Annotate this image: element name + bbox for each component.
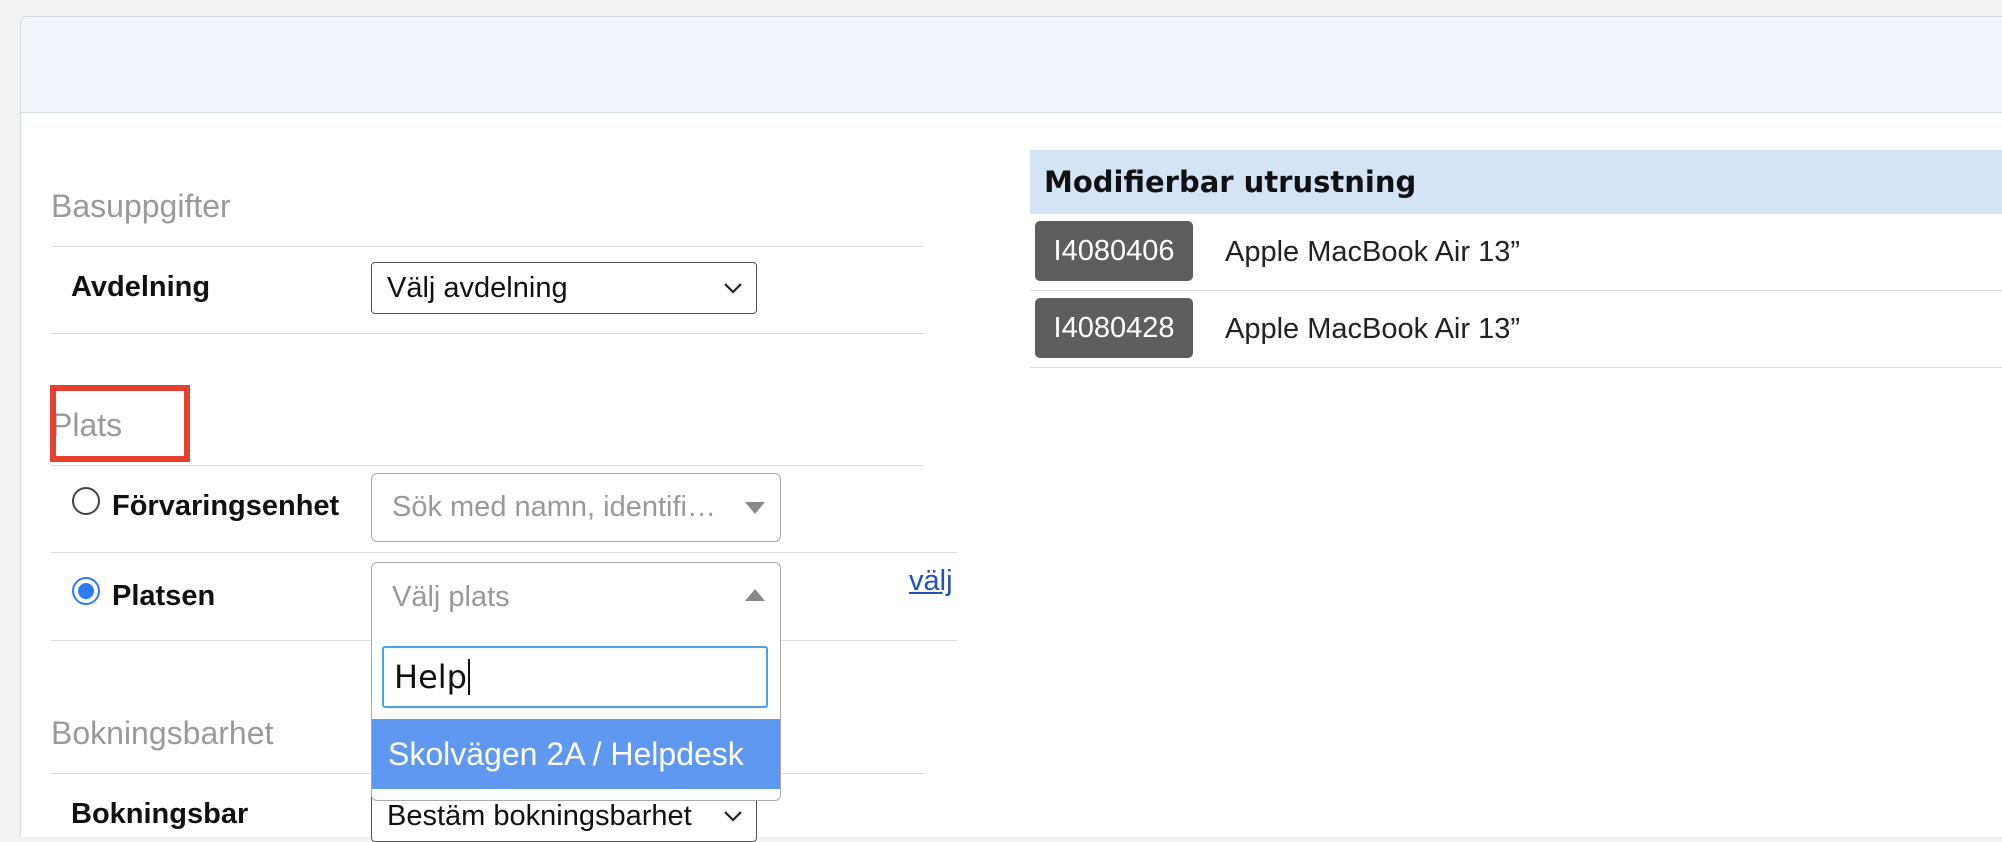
dropdown-search-input[interactable]: Help — [382, 646, 768, 708]
bookable-select-value: Bestäm bokningsbarhet — [387, 799, 692, 832]
storage-unit-select[interactable]: Sök med namn, identifi… — [371, 473, 781, 542]
choose-link[interactable]: välj — [909, 565, 953, 598]
location-label: Platsen — [112, 580, 216, 612]
divider — [51, 333, 924, 334]
department-select-value: Välj avdelning — [387, 271, 568, 304]
location-dropdown: Help Skolvägen 2A / Helpdesk — [371, 631, 781, 801]
section-title-basic: Basuppgifter — [51, 188, 924, 247]
panel-header — [21, 17, 2002, 113]
triangle-up-icon — [745, 589, 765, 601]
location-radio[interactable] — [72, 577, 100, 605]
storage-unit-placeholder: Sök med namn, identifi… — [392, 491, 716, 523]
storage-unit-label: Förvaringsenhet — [112, 490, 340, 522]
equipment-name: Apple MacBook Air 13” — [1225, 235, 1520, 268]
text-caret — [467, 659, 470, 695]
table-row[interactable]: I4080406 Apple MacBook Air 13” — [1030, 214, 2002, 291]
equipment-table-header: Modifierbar utrustning — [1030, 150, 2002, 214]
storage-unit-radio[interactable] — [72, 487, 100, 515]
equipment-name: Apple MacBook Air 13” — [1225, 312, 1520, 345]
triangle-down-icon — [745, 501, 765, 514]
department-select[interactable]: Välj avdelning — [371, 262, 757, 314]
location-select[interactable]: Välj plats — [371, 562, 781, 632]
equipment-id-badge[interactable]: I4080406 — [1035, 221, 1193, 281]
dropdown-option[interactable]: Skolvägen 2A / Helpdesk — [372, 719, 780, 789]
divider — [51, 552, 957, 553]
dropdown-search-value: Help — [394, 658, 467, 696]
bookable-label: Bokningsbar — [71, 798, 249, 830]
location-placeholder: Välj plats — [392, 580, 510, 613]
department-label: Avdelning — [71, 271, 211, 303]
table-row[interactable]: I4080428 Apple MacBook Air 13” — [1030, 291, 2002, 368]
equipment-id-badge[interactable]: I4080428 — [1035, 298, 1193, 358]
chevron-down-icon — [724, 811, 742, 822]
chevron-down-icon — [724, 283, 742, 294]
highlight-annotation — [50, 385, 190, 462]
